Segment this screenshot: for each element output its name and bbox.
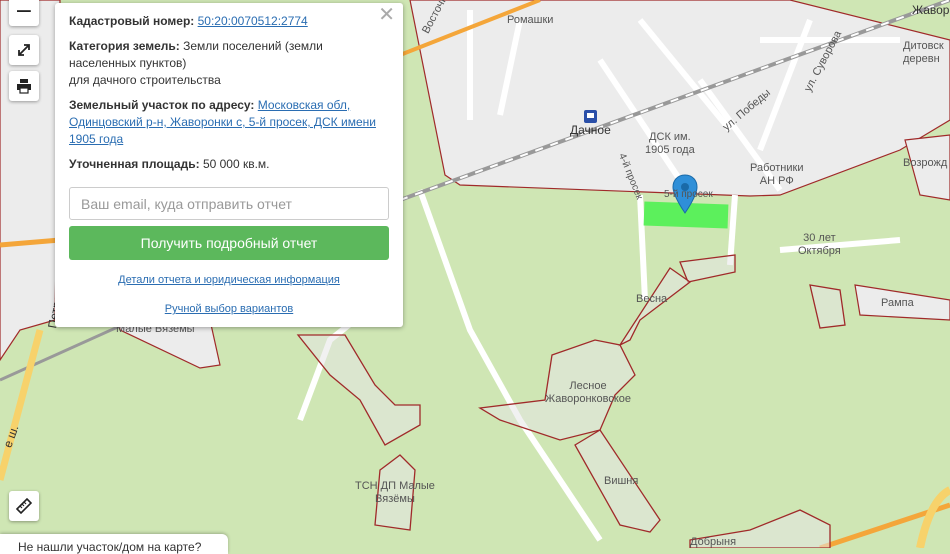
fullscreen-button[interactable] xyxy=(9,35,39,65)
manual-select-link[interactable]: Ручной выбор вариантов xyxy=(69,301,389,318)
area-row: Уточненная площадь: 50 000 кв.м. xyxy=(69,156,389,173)
parcel-info-panel: ✕ Кадастровый номер: 50:20:0070512:2774 … xyxy=(55,3,403,327)
get-report-button[interactable]: Получить подробный отчет xyxy=(69,226,389,260)
cadastral-label: Кадастровый номер: xyxy=(69,14,195,28)
category-row: Категория земель: Земли поселений (земли… xyxy=(69,38,389,89)
cadastral-row: Кадастровый номер: 50:20:0070512:2774 xyxy=(69,13,389,30)
report-details-link[interactable]: Детали отчета и юридическая информация xyxy=(69,272,389,289)
map-label-rampa: Рампа xyxy=(881,297,914,309)
print-button[interactable] xyxy=(9,71,39,101)
cadastral-link[interactable]: 50:20:0070512:2774 xyxy=(198,14,308,28)
address-row: Земельный участок по адресу: Московская … xyxy=(69,97,389,148)
fullscreen-icon xyxy=(18,44,30,56)
map-label-lesnoe: Лесное Жаворонковское xyxy=(545,380,631,405)
map-label-vesna: Весна xyxy=(636,293,668,305)
address-label: Земельный участок по адресу: xyxy=(69,98,255,112)
map-label-prosek5: 5-й просек xyxy=(664,189,713,200)
area-label: Уточненная площадь: xyxy=(69,157,200,171)
area-value: 50 000 кв.м. xyxy=(202,157,270,171)
map-label-vishnya: Вишня xyxy=(604,475,639,487)
close-icon[interactable]: ✕ xyxy=(378,4,395,24)
map-label-romashki: Ромашки xyxy=(507,14,554,26)
map-label-rabotniki: Работники АН РФ xyxy=(750,162,804,187)
category-label: Категория земель: xyxy=(69,39,180,53)
map-label-dobrynya: Добрыня xyxy=(690,536,737,548)
map-label-oktyabrya: 30 лет Октября xyxy=(798,232,841,257)
ruler-button[interactable] xyxy=(9,491,39,521)
email-input[interactable] xyxy=(69,187,389,220)
map-label-dachnoe: Дачное xyxy=(570,123,611,137)
map-label-vozrozhd: Возрожд xyxy=(903,157,948,169)
map-label-derevnya: Дитовск деревн xyxy=(903,40,944,65)
map-label-tsn: ТСН ДП Малые Вязёмы xyxy=(355,480,435,505)
map-label-zhavoronki: Жавор xyxy=(912,3,950,17)
not-found-prompt[interactable]: Не нашли участок/дом на карте? xyxy=(0,534,228,554)
zoom-out-button[interactable]: − xyxy=(9,0,39,26)
category-sub: для дачного строительства xyxy=(69,73,221,87)
map-label-dsk: ДСК им. 1905 года xyxy=(645,131,695,156)
printer-icon xyxy=(17,79,31,94)
railway-station-icon xyxy=(584,110,597,123)
ruler-icon xyxy=(16,498,32,514)
